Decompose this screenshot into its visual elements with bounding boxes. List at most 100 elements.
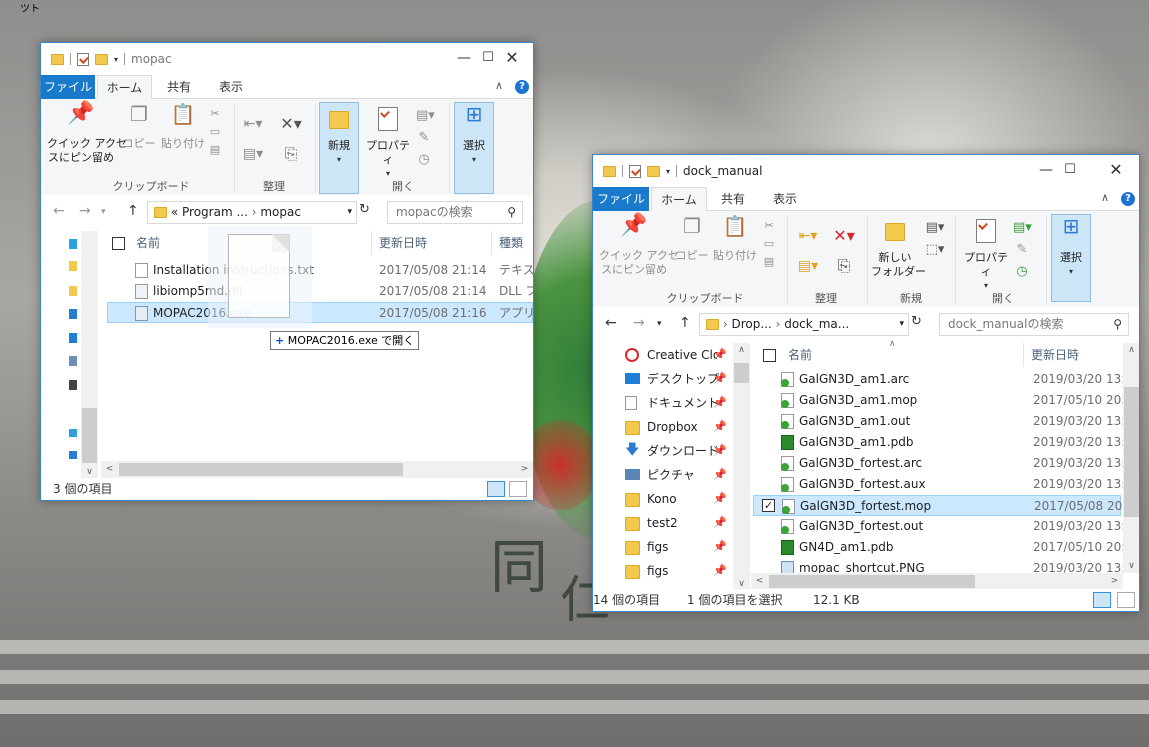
tab-view[interactable]: 表示	[209, 75, 253, 99]
file-row[interactable]: libiomp5md.dll 2017/05/08 21:14 DLL ファ	[107, 281, 533, 302]
title-bar[interactable]: ▾ dock_manual — ☐ ✕	[593, 155, 1139, 187]
copy-button[interactable]: ❐ コピー	[675, 216, 709, 263]
close-button[interactable]: ✕	[1093, 155, 1139, 185]
scroll-right-arrow[interactable]: >	[516, 464, 533, 474]
large-icons-view-button[interactable]	[1117, 592, 1135, 608]
up-button[interactable]: ↑	[127, 203, 139, 219]
nav-scrollbar[interactable]: ∧ ∨	[733, 343, 750, 591]
file-row[interactable]: GalGN3D_am1.mop 2017/05/10 20:30	[753, 390, 1139, 411]
address-input[interactable]: › Drop... › dock_ma... ▾	[699, 313, 909, 336]
pin-icon[interactable]: 📌	[713, 487, 727, 511]
column-header-name[interactable]: 名前	[136, 231, 160, 255]
file-row[interactable]: GalGN3D_fortest.aux 2019/03/20 13:11	[753, 474, 1139, 495]
delete-button[interactable]: ✕▾ ⎘	[277, 109, 305, 169]
search-icon[interactable]: ⚲	[507, 202, 516, 223]
forward-button[interactable]: →	[633, 315, 645, 331]
details-view-button[interactable]	[487, 481, 505, 497]
recent-dropdown[interactable]: ▾	[101, 207, 106, 217]
pin-icon[interactable]: 📌	[713, 535, 727, 559]
scroll-up-arrow[interactable]: ∧	[733, 345, 750, 355]
file-row[interactable]: GN4D_am1.pdb 2017/05/10 20:40	[753, 537, 1139, 558]
large-icons-view-button[interactable]	[509, 481, 527, 497]
address-dropdown-icon[interactable]: ▾	[899, 314, 904, 335]
open-small-buttons[interactable]: ▤▾ ✎ ◷	[1013, 217, 1032, 283]
file-row[interactable]: GalGN3D_fortest.out 2019/03/20 13:11	[753, 516, 1139, 537]
customize-qa-icon[interactable]: ▾	[114, 55, 118, 64]
paste-button[interactable]: 📋 貼り付け	[713, 216, 757, 263]
new-folder-icon[interactable]	[95, 53, 108, 65]
nav-item[interactable]: Creative Clou📌	[593, 343, 733, 367]
column-header-name[interactable]: 名前	[788, 343, 812, 367]
select-button[interactable]: ⊞ 選択 ▾	[1053, 216, 1089, 279]
properties-icon[interactable]	[629, 164, 641, 178]
tab-home[interactable]: ホーム	[651, 187, 707, 211]
back-button[interactable]: ←	[605, 315, 617, 331]
forward-button[interactable]: →	[79, 203, 91, 219]
file-row[interactable]: GalGN3D_fortest.arc 2019/03/20 13:11	[753, 453, 1139, 474]
column-header-type[interactable]: 種類	[499, 231, 523, 255]
breadcrumb-item[interactable]: Drop...	[731, 317, 771, 331]
title-bar[interactable]: ▾ mopac — ☐ ✕	[41, 43, 533, 75]
file-row-selected[interactable]: ✓ GalGN3D_fortest.mop 2017/05/08 20:09	[753, 495, 1139, 516]
move-to-button[interactable]: ⇤▾ ▤▾	[241, 109, 265, 169]
search-input[interactable]: dock_manualの検索 ⚲	[939, 313, 1129, 336]
recent-dropdown[interactable]: ▾	[657, 319, 662, 329]
pin-icon[interactable]: 📌	[713, 463, 727, 487]
file-row[interactable]: GalGN3D_am1.pdb 2019/03/20 13:10	[753, 432, 1139, 453]
cut-button[interactable]: ✂ ▭ ▤	[761, 217, 777, 271]
file-row[interactable]: GalGN3D_am1.out 2019/03/20 13:10	[753, 411, 1139, 432]
tab-share[interactable]: 共有	[711, 187, 755, 211]
scroll-down-arrow[interactable]: ∨	[81, 467, 98, 477]
help-icon[interactable]: ?	[1121, 192, 1135, 206]
tab-share[interactable]: 共有	[157, 75, 201, 99]
nav-item[interactable]: Kono 📌	[593, 487, 733, 511]
move-to-button[interactable]: ⇤▾ ▤▾	[793, 221, 823, 281]
new-button[interactable]: 新規 ▾	[321, 107, 357, 167]
search-input[interactable]: mopacの検索 ⚲	[387, 201, 523, 224]
customize-qa-icon[interactable]: ▾	[666, 167, 670, 176]
address-dropdown-icon[interactable]: ▾	[347, 202, 352, 223]
select-button[interactable]: ⊞ 選択 ▾	[456, 104, 492, 167]
scroll-right-arrow[interactable]: >	[1106, 576, 1123, 586]
address-input[interactable]: « Program ... › mopac ▾	[147, 201, 357, 224]
pin-icon[interactable]: 📌	[713, 343, 727, 367]
collapse-ribbon-icon[interactable]: ∧	[1101, 191, 1109, 204]
pin-icon[interactable]: 📌	[713, 415, 727, 439]
pin-quick-access-button[interactable]: 📌 クイック アクセ スにピン留め	[47, 103, 127, 165]
explorer-window-dock-manual[interactable]: ▾ dock_manual — ☐ ✕ ファイル ホーム 共有 表示 ∧ ? 📌…	[592, 154, 1140, 612]
column-header-date[interactable]: 更新日時	[1031, 343, 1079, 367]
paste-button[interactable]: 📋 貼り付け	[161, 104, 205, 151]
properties-button[interactable]: プロパティ ▾	[363, 107, 413, 181]
tab-view[interactable]: 表示	[765, 187, 805, 211]
horizontal-scrollbar[interactable]: < >	[101, 461, 533, 478]
up-button[interactable]: ↑	[679, 315, 691, 331]
nav-item[interactable]: ドキュメント 📌	[593, 391, 733, 415]
horizontal-scrollbar[interactable]: < >	[751, 573, 1123, 590]
collapse-ribbon-icon[interactable]: ∧	[495, 79, 503, 92]
new-folder-button[interactable]: 新しい フォルダー	[871, 219, 926, 279]
properties-icon[interactable]	[77, 52, 89, 66]
nav-item[interactable]: figs 📌	[593, 559, 733, 583]
properties-button[interactable]: プロパティ ▾	[961, 219, 1011, 293]
copy-button[interactable]: ❐ コピー	[121, 104, 157, 151]
pin-icon[interactable]: 📌	[713, 367, 727, 391]
tab-file[interactable]: ファイル	[593, 187, 649, 211]
breadcrumb-item[interactable]: dock_ma...	[784, 317, 849, 331]
breadcrumb-item[interactable]: mopac	[260, 205, 301, 219]
maximize-button[interactable]: ☐	[1047, 155, 1093, 185]
search-icon[interactable]: ⚲	[1113, 314, 1122, 335]
scroll-left-arrow[interactable]: <	[101, 464, 118, 474]
nav-item[interactable]: ピクチャ 📌	[593, 463, 733, 487]
pin-icon[interactable]: 📌	[713, 439, 727, 463]
back-button[interactable]: ←	[53, 203, 65, 219]
scroll-left-arrow[interactable]: <	[751, 576, 768, 586]
file-row[interactable]: GalGN3D_am1.arc 2019/03/20 13:10	[753, 369, 1139, 390]
scroll-up-arrow[interactable]: ∧	[1123, 345, 1139, 355]
tab-home[interactable]: ホーム	[97, 75, 152, 99]
breadcrumb-item[interactable]: Program ...	[182, 205, 248, 219]
nav-item[interactable]: 🡇 ダウンロード 📌	[593, 439, 733, 463]
scroll-down-arrow[interactable]: ∨	[1123, 561, 1139, 571]
nav-item[interactable]: test2 📌	[593, 511, 733, 535]
delete-button[interactable]: ✕▾ ⎘	[829, 221, 859, 281]
nav-item[interactable]: Dropbox 📌	[593, 415, 733, 439]
